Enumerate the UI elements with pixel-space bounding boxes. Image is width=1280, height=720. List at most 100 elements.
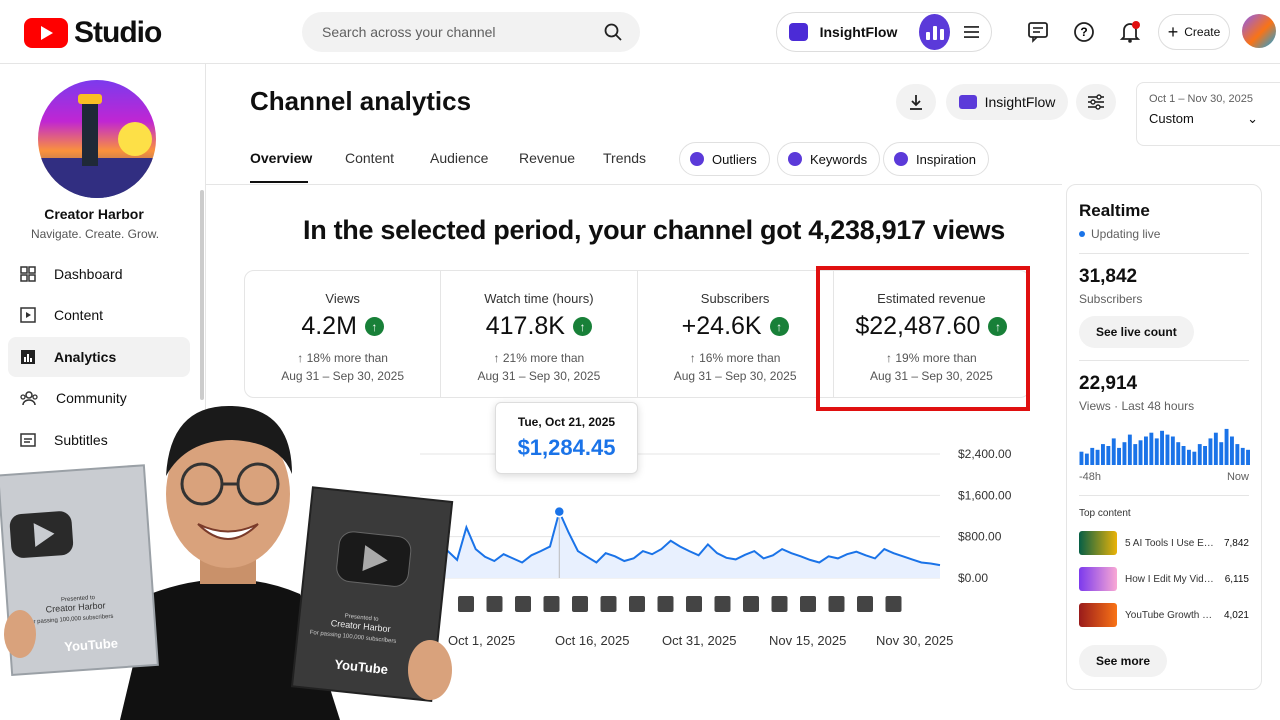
video-marker-2-icon[interactable]: [857, 596, 873, 612]
channel-avatar[interactable]: [38, 80, 156, 198]
realtime-bar[interactable]: [1101, 444, 1105, 465]
create-button[interactable]: + Create: [1158, 14, 1230, 50]
date-range-text: Oct 1 – Nov 30, 2025: [1149, 93, 1253, 105]
realtime-bar[interactable]: [1095, 449, 1100, 465]
realtime-bar[interactable]: [1079, 451, 1084, 465]
video-marker-play-icon[interactable]: [543, 596, 560, 612]
realtime-bar[interactable]: [1246, 449, 1250, 465]
video-marker-flag-icon[interactable]: [800, 596, 816, 612]
video-marker-doc-icon[interactable]: [686, 596, 702, 612]
realtime-bar[interactable]: [1106, 446, 1111, 465]
youtube-logo-icon: [24, 18, 68, 48]
top-content-item[interactable]: YouTube Growth S... 4,021: [1079, 597, 1249, 633]
realtime-bar[interactable]: [1117, 447, 1121, 465]
tab-content[interactable]: Content: [345, 150, 394, 166]
studio-logo[interactable]: Studio: [24, 16, 162, 50]
video-marker-play-icon[interactable]: [629, 596, 645, 612]
video-marker-2-icon[interactable]: [771, 596, 788, 612]
notifications-bell-icon[interactable]: [1116, 18, 1144, 46]
realtime-bar[interactable]: [1203, 446, 1207, 465]
insightflow-button[interactable]: InsightFlow: [946, 84, 1068, 120]
insightflow-chart-icon[interactable]: [919, 14, 950, 50]
realtime-bar[interactable]: [1192, 451, 1197, 465]
chip-outliers[interactable]: Outliers: [679, 142, 770, 176]
sun-graphic: [118, 122, 152, 156]
realtime-bar[interactable]: [1084, 453, 1089, 465]
realtime-bar[interactable]: [1208, 438, 1213, 465]
tab-audience[interactable]: Audience: [430, 150, 488, 166]
realtime-bar[interactable]: [1160, 430, 1164, 465]
top-content-item[interactable]: 5 AI Tools I Use Ev... 7,842: [1079, 525, 1249, 561]
video-marker-2-icon[interactable]: [657, 596, 674, 612]
realtime-bar[interactable]: [1170, 436, 1175, 466]
sidebar-item-dashboard[interactable]: Dashboard: [8, 254, 190, 294]
highlighted-data-point[interactable]: [553, 505, 566, 518]
lighthouse-lamp-graphic: [78, 94, 102, 104]
x-tick-label: Nov 15, 2025: [769, 633, 846, 648]
realtime-bar[interactable]: [1230, 436, 1234, 466]
realtime-bar[interactable]: [1144, 436, 1148, 466]
realtime-bar[interactable]: [1235, 444, 1240, 465]
see-more-button[interactable]: See more: [1079, 645, 1168, 677]
realtime-bar[interactable]: [1111, 438, 1116, 465]
page-title: Channel analytics: [250, 86, 472, 116]
search-icon[interactable]: [604, 23, 622, 41]
realtime-bar[interactable]: [1240, 447, 1245, 465]
video-marker-s-icon[interactable]: [486, 596, 503, 612]
date-range-selector[interactable]: Oct 1 – Nov 30, 2025 Custom ⌄: [1136, 82, 1280, 146]
tab-overview[interactable]: Overview: [250, 150, 312, 166]
realtime-bar[interactable]: [1138, 440, 1143, 465]
help-icon[interactable]: ?: [1070, 18, 1098, 46]
download-button[interactable]: [896, 84, 936, 120]
account-avatar[interactable]: [1242, 14, 1276, 48]
metric-card-watch-time[interactable]: Watch time (hours) 417.8K ↑ ↑ 21% more th…: [441, 271, 638, 397]
realtime-bar[interactable]: [1176, 442, 1181, 465]
realtime-bar[interactable]: [1224, 428, 1229, 465]
chip-keywords[interactable]: Keywords: [777, 142, 881, 176]
realtime-bar[interactable]: [1133, 444, 1138, 465]
active-tab-indicator: [250, 181, 308, 183]
video-marker-play-icon[interactable]: [828, 596, 845, 612]
tab-trends[interactable]: Trends: [603, 150, 646, 166]
feedback-icon[interactable]: [1024, 18, 1052, 46]
menu-icon[interactable]: [963, 25, 979, 39]
metric-card-subscribers[interactable]: Subscribers +24.6K ↑ ↑ 16% more than Aug 3…: [638, 271, 834, 397]
sidebar-scrollbar[interactable]: [200, 190, 204, 400]
video-marker-g-icon[interactable]: [714, 596, 731, 612]
see-live-count-button[interactable]: See live count: [1079, 316, 1194, 348]
realtime-bar[interactable]: [1219, 442, 1224, 465]
video-marker-s-icon[interactable]: [600, 596, 617, 612]
realtime-bar[interactable]: [1165, 434, 1170, 465]
video-marker-2-icon[interactable]: [743, 596, 759, 612]
top-content-item[interactable]: How I Edit My Videos 6,115: [1079, 561, 1249, 597]
insightflow-logo-icon: [789, 23, 808, 41]
top-content-label: Top content: [1079, 508, 1131, 519]
video-marker-play-icon[interactable]: [885, 596, 902, 612]
realtime-bar[interactable]: [1149, 432, 1154, 465]
realtime-bar[interactable]: [1154, 438, 1159, 465]
search-input[interactable]: Search across your channel: [302, 12, 640, 52]
tab-revenue[interactable]: Revenue: [519, 150, 575, 166]
metric-card-views[interactable]: Views 4.2M ↑ ↑ 18% more than Aug 31 – Sep …: [245, 271, 442, 397]
sidebar-item-analytics[interactable]: Analytics: [8, 337, 190, 377]
realtime-views-bar-chart[interactable]: [1079, 425, 1251, 465]
video-marker-play-icon[interactable]: [515, 596, 531, 612]
realtime-subscribers-value: 31,842: [1079, 266, 1138, 287]
dashboard-icon: [20, 266, 36, 282]
realtime-bar[interactable]: [1181, 446, 1186, 465]
chart-tooltip: Tue, Oct 21, 2025 $1,284.45: [495, 402, 638, 474]
inspiration-icon: [894, 152, 908, 166]
realtime-bar[interactable]: [1187, 449, 1191, 465]
realtime-bar[interactable]: [1090, 447, 1095, 465]
realtime-bar[interactable]: [1122, 442, 1127, 465]
realtime-bar[interactable]: [1127, 434, 1132, 465]
realtime-bar[interactable]: [1213, 432, 1218, 465]
video-marker-play-icon[interactable]: [572, 596, 588, 612]
chip-inspiration[interactable]: Inspiration: [883, 142, 989, 176]
revenue-line-chart[interactable]: $2,400.00$1,600.00$800.00$0.00Oct 1, 202…: [420, 440, 1020, 670]
realtime-bar[interactable]: [1197, 444, 1202, 465]
filter-settings-button[interactable]: [1076, 84, 1116, 120]
keywords-icon: [788, 152, 802, 166]
insightflow-extension[interactable]: InsightFlow: [776, 12, 992, 52]
sidebar-item-content[interactable]: Content: [8, 295, 190, 335]
